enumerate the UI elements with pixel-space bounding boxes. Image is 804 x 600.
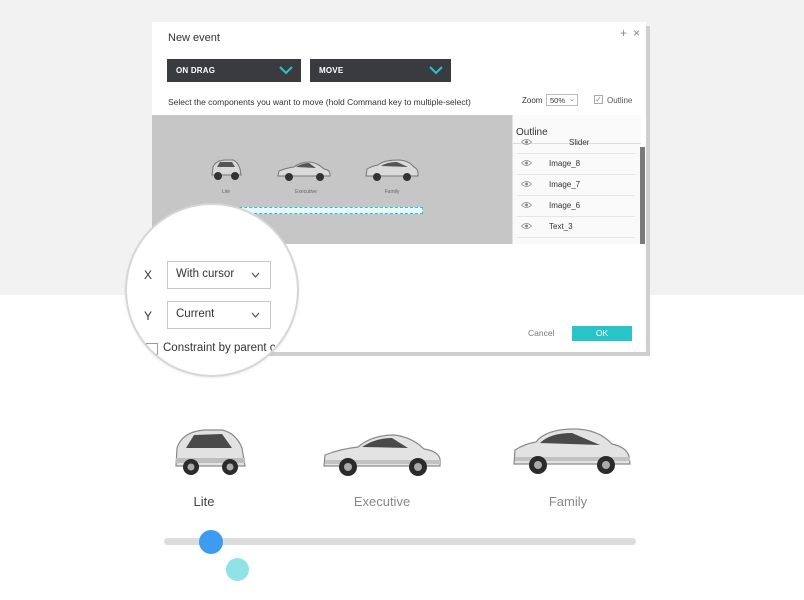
eye-icon[interactable] (521, 201, 532, 209)
trigger-dropdown-value: ON DRAG (176, 66, 216, 75)
car-label-executive[interactable]: Executive (322, 494, 442, 509)
drag-cursor-indicator (226, 558, 249, 581)
outline-checkbox[interactable]: ✓ (594, 95, 603, 104)
x-axis-label: X (144, 268, 153, 282)
lite-car-image[interactable] (170, 424, 250, 480)
chevron-down-icon (279, 66, 293, 75)
outline-item-name: Text_3 (549, 222, 573, 231)
outline-item-image-6[interactable]: Image_6 (517, 195, 635, 217)
outline-item-name: Slider (569, 138, 590, 147)
family-car-image[interactable] (510, 424, 634, 478)
outline-panel: Outline Slider Image_8 Image_7 Image_6 T… (512, 115, 641, 244)
eye-icon[interactable] (521, 180, 532, 188)
slider-thumb[interactable] (199, 530, 224, 554)
outline-item-slider[interactable]: Slider (517, 132, 635, 154)
slider-track[interactable] (164, 538, 636, 545)
close-icon[interactable]: × (633, 26, 640, 40)
eye-icon[interactable] (521, 159, 532, 167)
mini-label-family: Family (384, 189, 400, 195)
chevron-down-icon (429, 66, 443, 75)
x-position-value: With cursor (176, 268, 235, 280)
family-car-thumbnail[interactable] (364, 158, 420, 182)
y-axis-label: Y (144, 309, 153, 323)
outline-toggle-label: Outline (607, 96, 633, 105)
car-label-family[interactable]: Family (508, 494, 628, 509)
outline-item-name: Image_6 (549, 201, 581, 210)
constraint-checkbox[interactable] (146, 343, 158, 355)
chevron-down-icon (251, 272, 260, 278)
cancel-button[interactable]: Cancel (528, 328, 554, 338)
executive-car-thumbnail[interactable] (276, 160, 332, 182)
outline-item-image-7[interactable]: Image_7 (517, 174, 635, 196)
executive-car-image[interactable] (320, 430, 444, 478)
outline-item-image-8[interactable]: Image_8 (517, 153, 635, 175)
instruction-text: Select the components you want to move (… (168, 97, 471, 107)
chevron-down-icon (251, 312, 260, 318)
outline-item-text-3[interactable]: Text_3 (517, 216, 635, 238)
plus-icon[interactable]: + (620, 26, 627, 40)
constraint-label: Constraint by parent c (163, 342, 276, 354)
eye-icon[interactable] (521, 138, 532, 146)
dialog-title: New event (168, 32, 220, 44)
zoom-value: 50% (550, 96, 566, 105)
car-label-lite[interactable]: Lite (144, 494, 264, 509)
zoom-select[interactable]: 50% ⌄ (546, 94, 578, 106)
zoom-label: Zoom (522, 96, 543, 105)
eye-icon[interactable] (521, 222, 532, 230)
x-position-select[interactable]: With cursor (167, 261, 271, 289)
ok-button[interactable]: OK (572, 326, 632, 341)
outline-scrollbar[interactable] (640, 147, 645, 244)
action-dropdown[interactable]: MOVE (310, 59, 451, 82)
magnifier-callout: X With cursor Y Current Constraint by pa… (125, 203, 299, 377)
action-dropdown-value: MOVE (319, 66, 344, 75)
y-position-value: Current (176, 308, 215, 320)
y-position-select[interactable]: Current (167, 301, 271, 329)
mini-label-executive: Executive (295, 189, 317, 195)
chevron-down-icon: ⌄ (569, 96, 575, 103)
mini-label-lite: Lite (221, 189, 231, 195)
lite-car-thumbnail[interactable] (208, 157, 244, 181)
trigger-dropdown[interactable]: ON DRAG (167, 59, 301, 82)
outline-item-name: Image_7 (549, 180, 581, 189)
outline-item-name: Image_8 (549, 159, 581, 168)
